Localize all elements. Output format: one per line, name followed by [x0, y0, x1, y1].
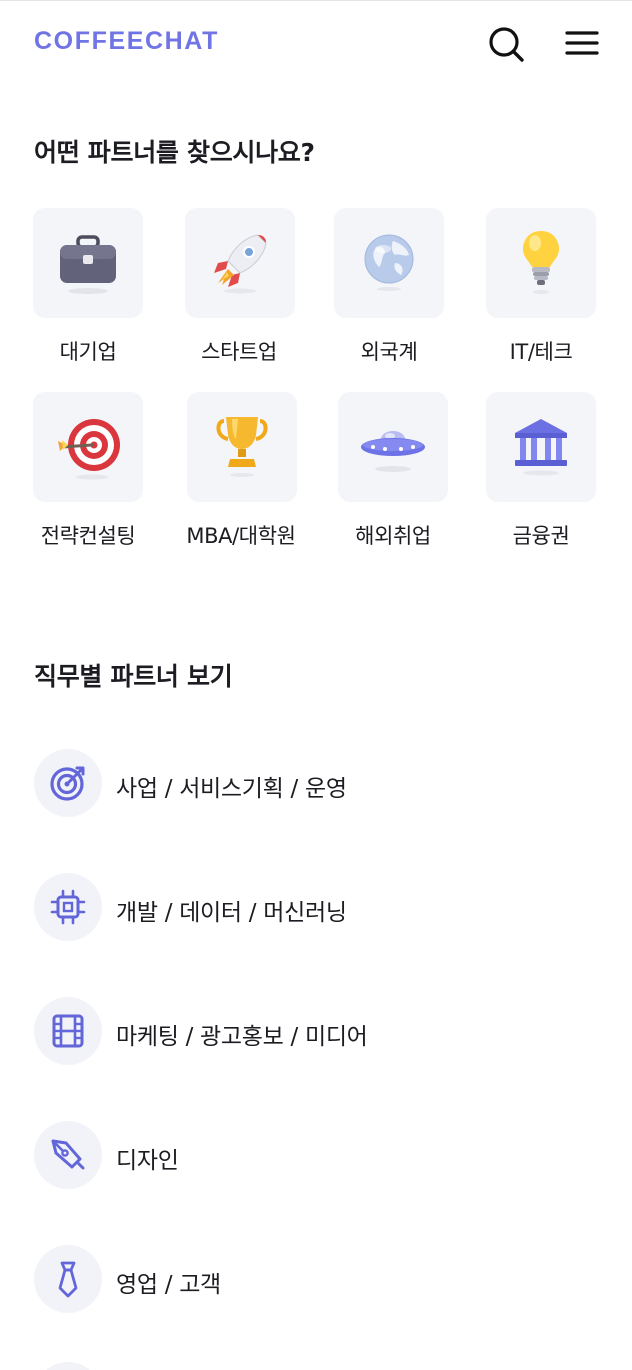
necktie-icon	[58, 1261, 78, 1298]
category-tile	[187, 392, 297, 502]
category-tile	[33, 392, 143, 502]
job-label: 디자인	[116, 1148, 179, 1174]
category-finance[interactable]: 금융권	[466, 392, 616, 562]
lightbulb-icon	[523, 231, 559, 294]
partner-section-title: 어떤 파트너를 찾으시나요?	[34, 138, 315, 167]
category-tile	[486, 208, 596, 318]
category-foreign-company[interactable]: 외국계	[314, 208, 464, 378]
job-icon-circle	[34, 1121, 102, 1189]
menu-button[interactable]	[562, 24, 602, 64]
category-label: IT/테크	[509, 340, 573, 364]
pen-tool-icon	[51, 1139, 85, 1170]
category-label: 스타트업	[201, 340, 277, 364]
category-label: 해외취업	[355, 524, 431, 548]
job-item-development-data[interactable]: 개발 / 데이터 / 머신러닝	[34, 873, 594, 943]
globe-icon	[364, 234, 414, 291]
search-button[interactable]	[486, 24, 526, 64]
category-tile	[338, 392, 448, 502]
job-label: 사업 / 서비스기획 / 운영	[116, 776, 347, 802]
category-label: MBA/대학원	[186, 524, 296, 548]
job-item-marketing[interactable]: 마케팅 / 광고홍보 / 미디어	[34, 997, 594, 1067]
bank-icon	[515, 419, 567, 476]
job-icon-circle-partial	[34, 1362, 102, 1370]
job-item-design[interactable]: 디자인	[34, 1121, 594, 1191]
job-label: 마케팅 / 광고홍보 / 미디어	[116, 1024, 368, 1050]
rocket-icon	[214, 234, 267, 294]
category-label: 전략컨설팅	[40, 524, 136, 548]
film-icon	[52, 1014, 84, 1048]
category-tile	[33, 208, 143, 318]
job-icon-circle	[34, 997, 102, 1065]
job-section-title: 직무별 파트너 보기	[34, 662, 233, 691]
job-icon-circle	[34, 1245, 102, 1313]
category-startup[interactable]: 스타트업	[164, 208, 314, 378]
category-tile	[486, 392, 596, 502]
category-overseas-job[interactable]: 해외취업	[318, 392, 468, 562]
category-label: 외국계	[360, 340, 418, 364]
app-header: COFFEECHAT	[0, 0, 632, 86]
job-icon-circle	[34, 749, 102, 817]
briefcase-icon	[60, 235, 116, 294]
target-dart-icon	[58, 419, 120, 480]
trophy-icon	[216, 417, 268, 477]
job-icon-circle	[34, 873, 102, 941]
category-large-company[interactable]: 대기업	[13, 208, 163, 378]
category-mba-graduate[interactable]: MBA/대학원	[166, 392, 316, 562]
chip-icon	[50, 889, 86, 925]
search-icon	[489, 27, 524, 62]
category-strategy-consulting[interactable]: 전략컨설팅	[13, 392, 163, 562]
hamburger-menu-icon	[565, 31, 599, 55]
job-item-sales[interactable]: 영업 / 고객	[34, 1245, 594, 1315]
category-label: 대기업	[59, 340, 117, 364]
category-it-tech[interactable]: IT/테크	[466, 208, 616, 378]
job-label: 개발 / 데이터 / 머신러닝	[116, 900, 347, 926]
category-tile	[334, 208, 444, 318]
category-tile	[185, 208, 295, 318]
job-item-business-planning[interactable]: 사업 / 서비스기획 / 운영	[34, 749, 594, 819]
job-label: 영업 / 고객	[116, 1272, 221, 1298]
ufo-icon	[361, 431, 425, 472]
target-icon	[50, 766, 85, 801]
logo[interactable]: COFFEECHAT	[34, 27, 219, 56]
category-label: 금융권	[512, 524, 570, 548]
